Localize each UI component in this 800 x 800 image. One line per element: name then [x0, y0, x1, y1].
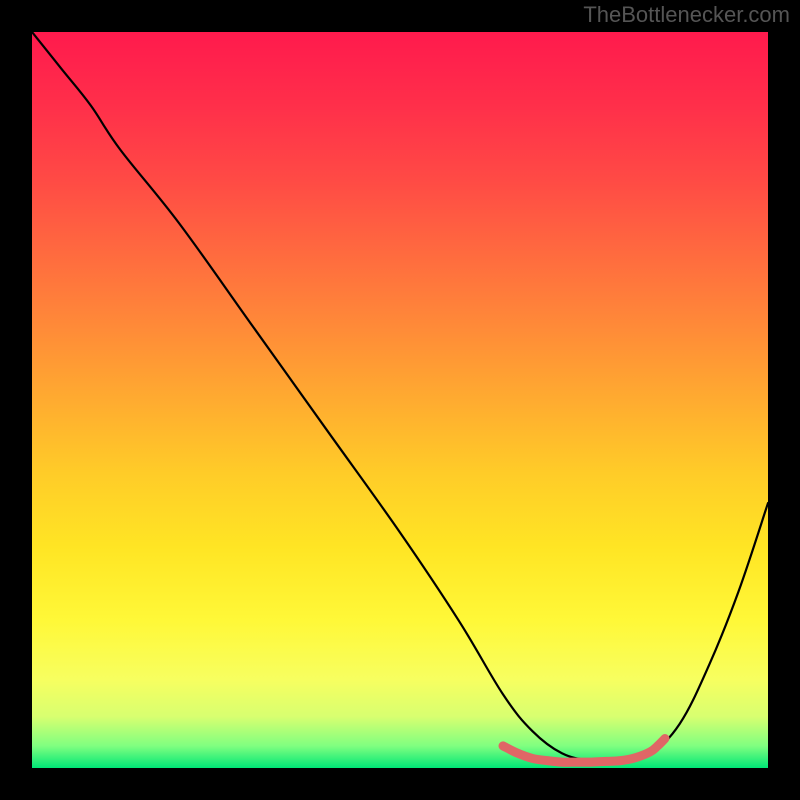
series-optimal-zone-marker: [503, 739, 665, 763]
series-bottleneck-curve: [32, 32, 768, 762]
chart-curves: [32, 32, 768, 768]
chart-plot-area: [32, 32, 768, 768]
attribution-text: TheBottlenecker.com: [583, 2, 790, 28]
